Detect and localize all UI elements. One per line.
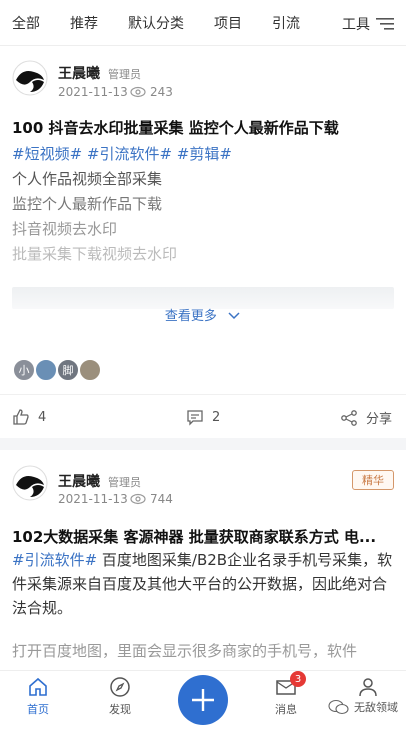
show-more-button[interactable]: 查看更多 <box>0 305 406 324</box>
tab-projects[interactable]: 项目 <box>214 13 242 33</box>
share-icon <box>341 409 357 426</box>
eye-icon <box>130 86 146 98</box>
view-count: 243 <box>130 85 173 99</box>
post-line: 个人作品视频全部采集 <box>12 170 163 188</box>
like-button[interactable]: 4 <box>12 408 46 426</box>
likers-list[interactable]: 小 脚 <box>12 358 102 382</box>
post-card[interactable]: 王晨曦 管理员 2021-11-13 243 100 抖音去水印批量采集 监控个… <box>0 47 406 438</box>
message-count-badge: 3 <box>290 671 306 687</box>
liker-avatar[interactable]: 脚 <box>56 358 80 382</box>
comment-button[interactable]: 2 <box>186 408 220 426</box>
share-button[interactable]: 分享 <box>340 408 392 427</box>
home-icon <box>29 677 47 696</box>
eye-icon <box>130 493 146 505</box>
like-count: 4 <box>38 409 47 425</box>
show-more-label: 查看更多 <box>164 309 217 324</box>
menu-icon[interactable] <box>376 17 394 31</box>
tab-tools[interactable]: 工具 <box>342 14 370 34</box>
featured-badge: 精华 <box>352 470 394 490</box>
compass-icon <box>110 677 130 697</box>
author-name[interactable]: 王晨曦 <box>58 63 100 83</box>
wechat-icon <box>328 699 349 715</box>
nav-messages[interactable]: 3 消息 <box>256 671 316 717</box>
post-body: #引流软件# 百度地图采集/B2B企业名录手机号采集，软件采集源来自百度及其他大… <box>12 548 396 620</box>
bottom-nav: 首页 发现 3 消息 无敌领域 <box>0 670 406 729</box>
category-tabs: 全部 推荐 默认分类 项目 引流 工具 <box>0 0 406 46</box>
avatar[interactable] <box>12 465 48 501</box>
nav-discover-label: 发现 <box>109 703 131 716</box>
view-count-value: 243 <box>150 85 173 99</box>
post-line: 监控个人最新作品下载 <box>12 195 163 213</box>
user-icon <box>359 678 377 697</box>
view-count: 744 <box>130 492 173 506</box>
divider <box>0 394 406 395</box>
tab-recommend[interactable]: 推荐 <box>70 13 98 33</box>
create-post-button[interactable] <box>178 675 228 725</box>
post-body-more: 打开百度地图，里面会显示很多商家的手机号，软件 <box>12 642 358 660</box>
post-separator <box>0 438 406 450</box>
thumbs-up-icon <box>13 409 29 425</box>
tab-all[interactable]: 全部 <box>12 13 40 33</box>
watermark-label: 无敌领域 <box>354 701 398 714</box>
comment-icon <box>187 410 203 426</box>
tools-menu[interactable]: 工具 <box>342 14 394 34</box>
nav-home[interactable]: 首页 <box>8 675 68 717</box>
author-name[interactable]: 王晨曦 <box>58 471 100 491</box>
post-title[interactable]: 100 抖音去水印批量采集 监控个人最新作品下载 <box>12 117 394 138</box>
nav-home-label: 首页 <box>27 703 49 716</box>
post-date: 2021-11-13 <box>58 85 128 99</box>
view-count-value: 744 <box>150 492 173 506</box>
post-card[interactable]: 王晨曦 管理员 2021-11-13 744 精华 102大数据采集 客源神器 … <box>0 450 406 670</box>
nav-profile[interactable] <box>338 675 398 701</box>
role-label: 管理员 <box>108 68 141 81</box>
plus-icon <box>192 689 214 711</box>
watermark: 无敌领域 <box>328 699 398 715</box>
avatar[interactable] <box>12 60 48 96</box>
tab-traffic[interactable]: 引流 <box>272 13 300 33</box>
liker-avatar[interactable]: 小 <box>12 358 36 382</box>
liker-avatar[interactable] <box>78 358 102 382</box>
liker-avatar[interactable] <box>34 358 58 382</box>
post-date: 2021-11-13 <box>58 492 128 506</box>
nav-messages-label: 消息 <box>275 703 297 716</box>
share-label: 分享 <box>366 412 393 427</box>
chevron-down-icon <box>228 311 240 319</box>
comment-count: 2 <box>212 409 221 425</box>
role-label: 管理员 <box>108 476 141 489</box>
post-title[interactable]: 102大数据采集 客源神器 批量获取商家联系方式 电... <box>12 526 394 547</box>
nav-discover[interactable]: 发现 <box>90 675 150 717</box>
post-line: 抖音视频去水印 <box>12 220 118 238</box>
post-tag[interactable]: #引流软件# <box>12 551 97 569</box>
tab-default[interactable]: 默认分类 <box>128 13 184 33</box>
post-tags[interactable]: #短视频# #引流软件# #剪辑# <box>12 143 232 164</box>
post-line: 批量采集下载视频去水印 <box>12 245 178 263</box>
